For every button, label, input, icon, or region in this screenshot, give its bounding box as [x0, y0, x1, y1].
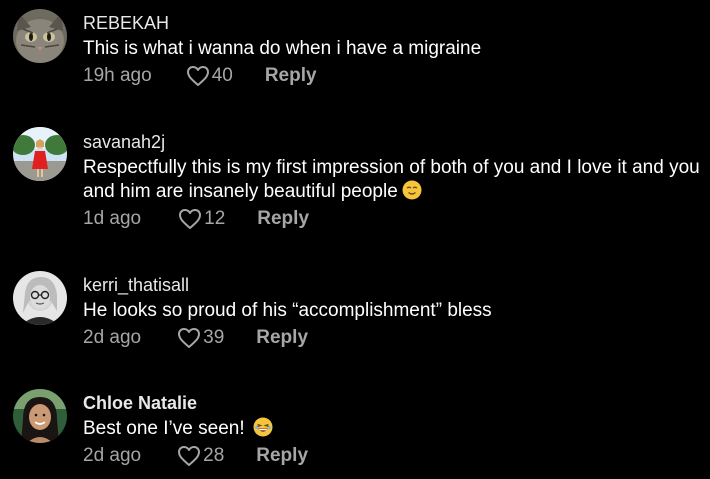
heart-icon — [186, 66, 209, 86]
comment-username[interactable]: Chloe Natalie — [83, 392, 704, 414]
comment-content: REBEKAH This is what i wanna do when i h… — [83, 12, 704, 88]
comment-text: This is what i wanna do when i have a mi… — [83, 38, 482, 59]
woman-smiling-avatar-image — [13, 389, 67, 443]
comment-username[interactable]: REBEKAH — [83, 12, 704, 34]
reply-button[interactable]: Reply — [256, 326, 308, 350]
comment-content: kerri_thatisall He looks so proud of his… — [83, 274, 704, 350]
comment-meta: 1d ago 12 Reply — [83, 207, 704, 231]
relieved-face-emoji — [402, 180, 422, 200]
heart-icon — [178, 328, 201, 348]
comment-content: savanah2j Respectfully this is my first … — [83, 131, 704, 231]
comment-text: He looks so proud of his “accomplishment… — [83, 300, 492, 321]
like-count: 40 — [211, 65, 233, 86]
comment-username[interactable]: savanah2j — [83, 131, 704, 153]
comment-text: Best one I’ve seen! — [83, 417, 704, 441]
comment-text-body: Best one I’ve seen! — [83, 418, 245, 439]
like-button[interactable]: 39 — [177, 326, 224, 350]
cat-avatar-image — [13, 9, 67, 63]
comment-username[interactable]: kerri_thatisall — [83, 274, 704, 296]
user-avatar[interactable] — [13, 127, 67, 181]
like-count: 28 — [203, 445, 225, 466]
comment-text-body: Respectfully this is my first impression… — [83, 157, 700, 202]
comment-timestamp: 1d ago — [83, 208, 142, 229]
like-count: 39 — [203, 327, 225, 348]
user-avatar[interactable] — [13, 9, 67, 63]
comment-meta: 2d ago 39 Reply — [83, 326, 704, 350]
comment-timestamp: 2d ago — [83, 445, 142, 466]
comment-timestamp: 2d ago — [83, 327, 142, 348]
reply-button[interactable]: Reply — [265, 64, 317, 88]
user-avatar[interactable] — [13, 389, 67, 443]
like-count: 12 — [204, 208, 226, 229]
reply-button[interactable]: Reply — [257, 207, 309, 231]
comment-timestamp: 19h ago — [83, 65, 152, 86]
heart-icon — [178, 446, 201, 466]
like-button[interactable]: 40 — [186, 64, 233, 88]
comment-meta: 19h ago 40 Reply — [83, 64, 704, 88]
like-button[interactable]: 12 — [178, 207, 225, 231]
user-avatar[interactable] — [13, 271, 67, 325]
reply-button[interactable]: Reply — [256, 444, 308, 468]
comment-content: Chloe Natalie Best one I’ve seen! 2d ago… — [83, 392, 704, 468]
laughing-face-emoji — [253, 417, 273, 437]
like-button[interactable]: 28 — [177, 444, 224, 468]
comment-text: Respectfully this is my first impression… — [83, 156, 704, 204]
comment-meta: 2d ago 28 Reply — [83, 444, 704, 468]
heart-icon — [179, 209, 202, 229]
woman-red-dress-avatar-image — [13, 127, 67, 181]
woman-glasses-avatar-image — [13, 271, 67, 325]
